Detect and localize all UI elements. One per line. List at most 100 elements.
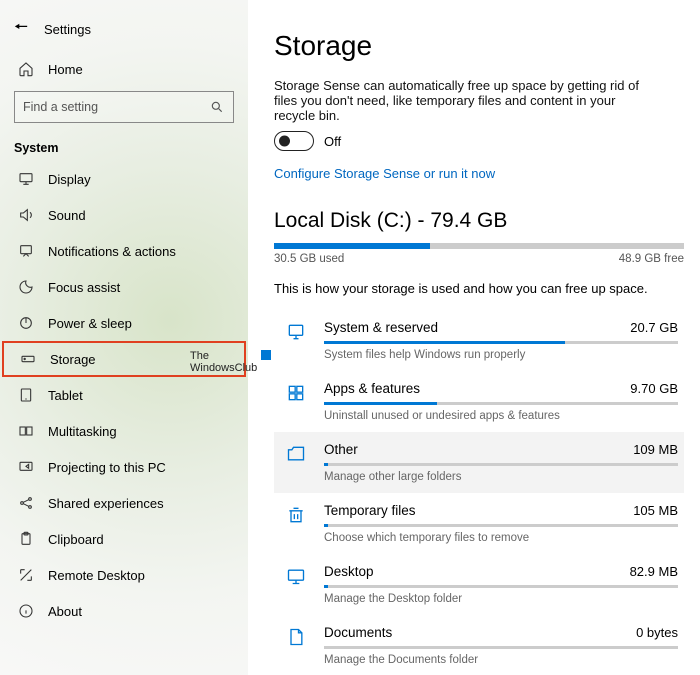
free-label: 48.9 GB free [619, 253, 684, 265]
category-desktop[interactable]: Desktop 82.9 MB Manage the Desktop folder [274, 554, 684, 615]
category-apps[interactable]: Apps & features 9.70 GB Uninstall unused o… [274, 371, 684, 432]
back-button[interactable]: 🠔 [14, 16, 28, 43]
category-name: Documents [324, 625, 626, 640]
clipboard-icon [18, 531, 34, 547]
disk-usage-bar [274, 243, 684, 249]
sidebar-item-remote[interactable]: Remote Desktop [0, 557, 248, 593]
disk-usage-fill [274, 243, 430, 249]
category-name: Apps & features [324, 381, 620, 396]
temp-icon [278, 503, 314, 544]
sidebar-item-home[interactable]: Home [0, 53, 248, 87]
power-icon [18, 315, 34, 331]
multitasking-icon [18, 423, 34, 439]
category-name: Temporary files [324, 503, 623, 518]
sidebar-item-about[interactable]: About [0, 593, 248, 629]
page-title: Storage [274, 30, 684, 62]
disk-title: Local Disk (C:) - 79.4 GB [274, 209, 684, 233]
category-bar [324, 646, 678, 649]
nav-label: Multitasking [48, 424, 117, 439]
watermark-line1: The [190, 350, 257, 362]
display-icon [18, 171, 34, 187]
home-icon [18, 61, 34, 77]
section-header: System [0, 133, 248, 161]
watermark-line2: WindowsClub [190, 362, 257, 374]
nav-label: Focus assist [48, 280, 120, 295]
nav-label: Storage [50, 352, 96, 367]
category-subtitle: System files help Windows run properly [324, 349, 678, 361]
main-panel: Storage Storage Sense can automatically … [248, 0, 700, 675]
nav-label: Shared experiences [48, 496, 164, 511]
sidebar: 🠔 Settings Home Find a setting System Di… [0, 0, 248, 675]
other-icon [278, 442, 314, 483]
category-bar [324, 341, 678, 344]
category-subtitle: Manage the Documents folder [324, 654, 678, 666]
nav-label: Power & sleep [48, 316, 132, 331]
watermark-square-icon [261, 350, 271, 360]
tablet-icon [18, 387, 34, 403]
sidebar-item-projecting[interactable]: Projecting to this PC [0, 449, 248, 485]
nav-label: Notifications & actions [48, 244, 176, 259]
usage-hint: This is how your storage is used and how… [274, 281, 684, 296]
projecting-icon [18, 459, 34, 475]
category-other[interactable]: Other 109 MB Manage other large folders [274, 432, 684, 493]
desktop-icon [278, 564, 314, 605]
search-input[interactable]: Find a setting [14, 91, 234, 123]
storage-sense-description: Storage Sense can automatically free up … [274, 78, 654, 123]
category-temp[interactable]: Temporary files 105 MB Choose which tempor… [274, 493, 684, 554]
storage-icon [20, 351, 36, 367]
configure-link[interactable]: Configure Storage Sense or run it now [274, 166, 495, 181]
shared-icon [18, 495, 34, 511]
focus-icon [18, 279, 34, 295]
category-bar [324, 585, 678, 588]
category-bar [324, 402, 678, 405]
home-label: Home [48, 62, 83, 77]
nav-label: About [48, 604, 82, 619]
sidebar-item-focus[interactable]: Focus assist [0, 269, 248, 305]
sidebar-item-clipboard[interactable]: Clipboard [0, 521, 248, 557]
storage-sense-toggle[interactable] [274, 131, 314, 151]
category-size: 0 bytes [636, 625, 678, 640]
watermark: The WindowsClub [190, 350, 257, 374]
nav-label: Display [48, 172, 91, 187]
nav-label: Sound [48, 208, 86, 223]
remote-icon [18, 567, 34, 583]
notifications-icon [18, 243, 34, 259]
nav-label: Projecting to this PC [48, 460, 166, 475]
used-label: 30.5 GB used [274, 253, 344, 265]
sidebar-item-tablet[interactable]: Tablet [0, 377, 248, 413]
category-bar [324, 463, 678, 466]
sidebar-item-notifications[interactable]: Notifications & actions [0, 233, 248, 269]
category-subtitle: Uninstall unused or undesired apps & fea… [324, 410, 678, 422]
nav-label: Remote Desktop [48, 568, 145, 583]
apps-icon [278, 381, 314, 422]
category-subtitle: Choose which temporary files to remove [324, 532, 678, 544]
category-subtitle: Manage other large folders [324, 471, 678, 483]
about-icon [18, 603, 34, 619]
category-bar [324, 524, 678, 527]
category-size: 109 MB [633, 442, 678, 457]
category-size: 9.70 GB [630, 381, 678, 396]
category-subtitle: Manage the Desktop folder [324, 593, 678, 605]
category-size: 105 MB [633, 503, 678, 518]
sound-icon [18, 207, 34, 223]
window-title: Settings [44, 22, 91, 37]
category-name: Desktop [324, 564, 620, 579]
nav-label: Clipboard [48, 532, 104, 547]
category-name: System & reserved [324, 320, 620, 335]
category-size: 20.7 GB [630, 320, 678, 335]
search-placeholder: Find a setting [23, 100, 209, 114]
sidebar-item-shared[interactable]: Shared experiences [0, 485, 248, 521]
system-icon [278, 320, 314, 361]
sidebar-item-display[interactable]: Display [0, 161, 248, 197]
category-system[interactable]: System & reserved 20.7 GB System files hel… [274, 310, 684, 371]
category-size: 82.9 MB [630, 564, 678, 579]
documents-icon [278, 625, 314, 666]
sidebar-item-power[interactable]: Power & sleep [0, 305, 248, 341]
toggle-state: Off [324, 134, 341, 149]
search-icon [209, 99, 225, 115]
sidebar-item-multitasking[interactable]: Multitasking [0, 413, 248, 449]
category-name: Other [324, 442, 623, 457]
sidebar-item-sound[interactable]: Sound [0, 197, 248, 233]
category-documents[interactable]: Documents 0 bytes Manage the Documents fol… [274, 615, 684, 675]
nav-label: Tablet [48, 388, 83, 403]
